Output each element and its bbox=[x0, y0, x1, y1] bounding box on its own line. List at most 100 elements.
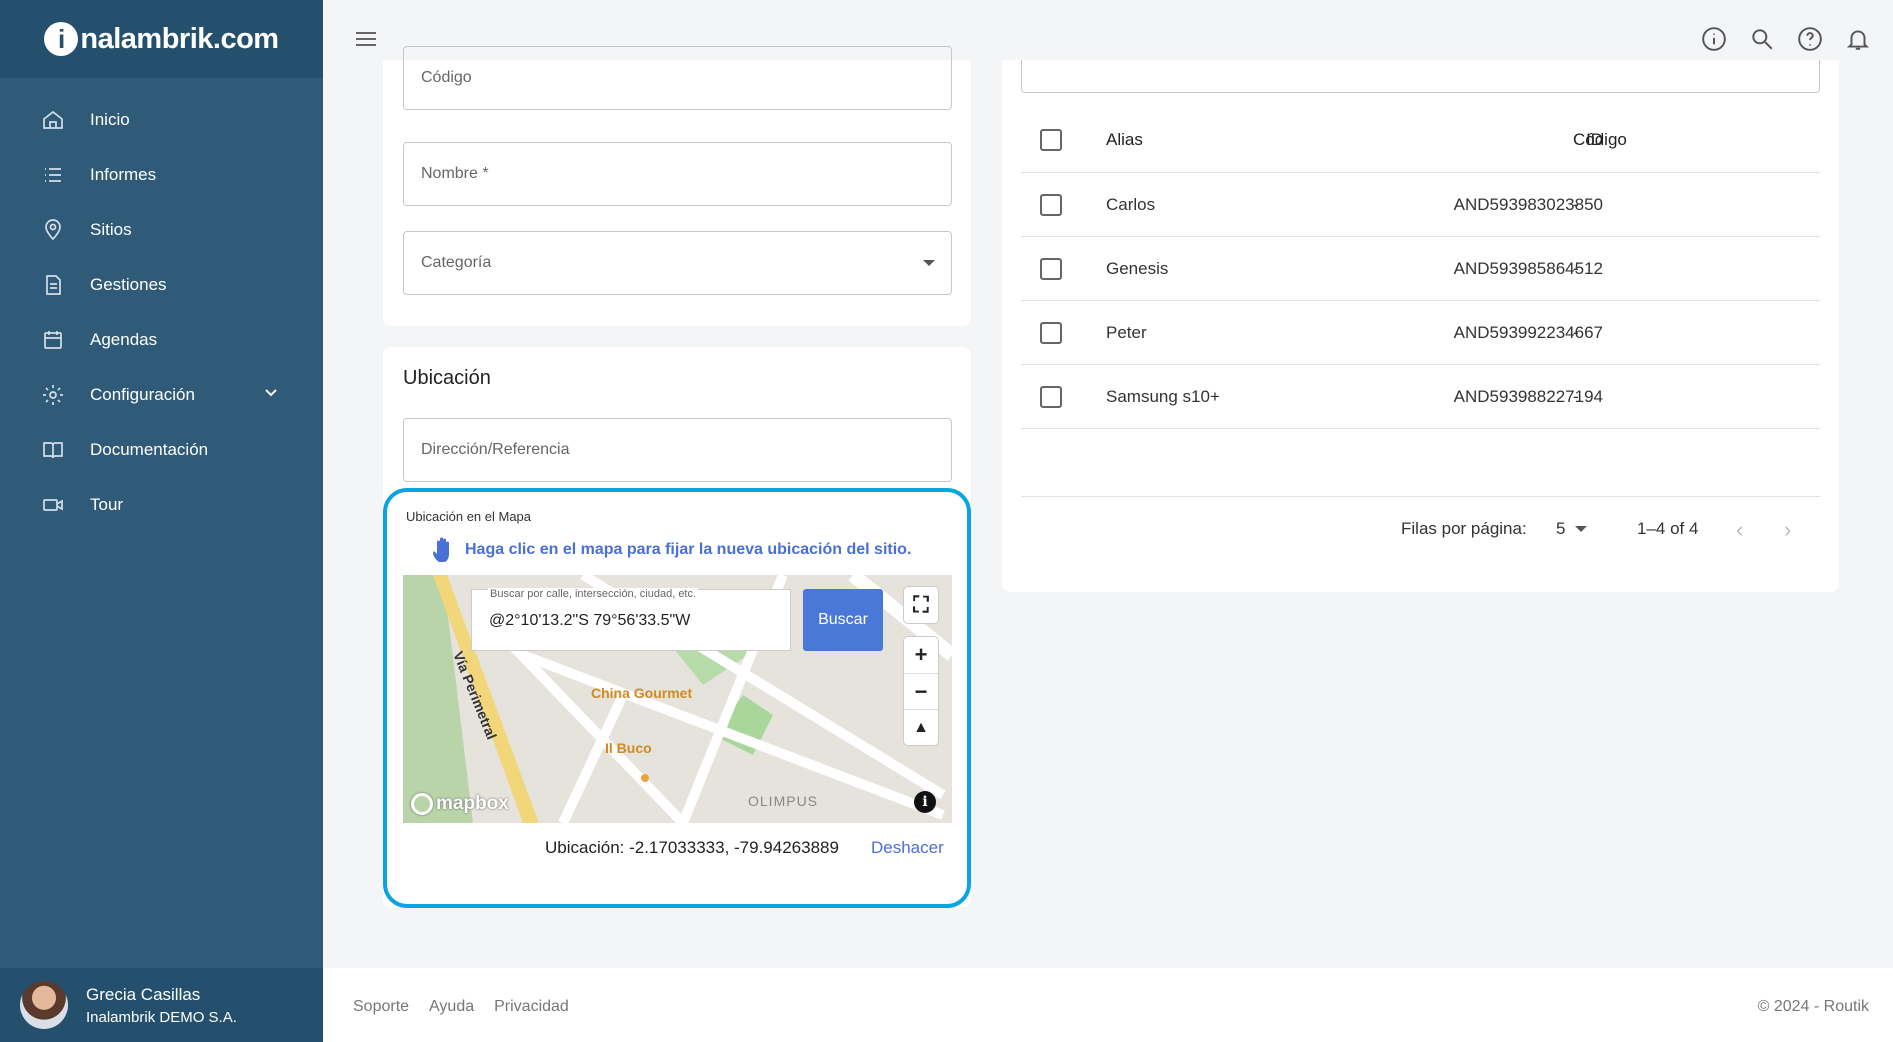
direccion-label: Dirección/Referencia bbox=[421, 441, 570, 458]
header-codigo[interactable]: Código bbox=[1573, 130, 1627, 150]
sidebar-item-label: Inicio bbox=[90, 109, 130, 129]
dropdown-arrow-icon bbox=[1575, 526, 1588, 532]
location-card: Ubicación Dirección/Referencia Ubicación… bbox=[383, 347, 971, 908]
topbar-actions bbox=[1699, 24, 1873, 54]
book-icon bbox=[40, 437, 66, 463]
map-canvas[interactable]: Vía Perimetral China Gourmet Il Buco OLI… bbox=[403, 575, 952, 823]
cell-alias: Genesis bbox=[1106, 258, 1169, 278]
chevron-down-icon[interactable] bbox=[263, 384, 279, 405]
nombre-label: Nombre * bbox=[421, 165, 489, 182]
cell-codigo: - bbox=[1573, 386, 1579, 406]
footer-link-soporte[interactable]: Soporte bbox=[353, 998, 409, 1016]
dropdown-arrow-icon bbox=[923, 260, 935, 266]
prev-page-icon[interactable]: ‹ bbox=[1736, 517, 1743, 543]
table-row[interactable]: Carlos AND593983023850 - bbox=[1021, 173, 1820, 237]
location-pin-icon bbox=[40, 217, 66, 243]
rows-per-page-label: Filas por página: bbox=[1401, 519, 1527, 538]
footer-link-ayuda[interactable]: Ayuda bbox=[429, 998, 474, 1016]
sidebar-item-label: Informes bbox=[90, 164, 157, 184]
map-label: Ubicación en el Mapa bbox=[406, 509, 532, 524]
map-attribution-info-icon[interactable]: i bbox=[914, 791, 936, 813]
brand-logo[interactable]: i nalambrik.com bbox=[0, 0, 323, 78]
home-icon bbox=[40, 107, 66, 133]
sidebar-item-label: Configuración bbox=[90, 384, 195, 404]
video-camera-icon bbox=[40, 492, 66, 518]
rows-per-page-select[interactable]: 5 bbox=[1556, 519, 1588, 539]
menu-icon[interactable] bbox=[353, 26, 379, 52]
document-icon bbox=[40, 272, 66, 298]
info-icon[interactable] bbox=[1699, 24, 1729, 54]
calendar-icon bbox=[40, 327, 66, 353]
undo-link[interactable]: Deshacer bbox=[871, 838, 944, 858]
sidebar-nav: Inicio Informes Sitios Gestiones Agendas… bbox=[0, 78, 323, 532]
row-checkbox[interactable] bbox=[1040, 193, 1062, 216]
sidebar-item-configuracion[interactable]: Configuración bbox=[0, 367, 323, 422]
codigo-field[interactable]: Código bbox=[403, 46, 952, 110]
sidebar-item-sitios[interactable]: Sitios bbox=[0, 202, 323, 257]
fullscreen-icon[interactable]: ⛶ bbox=[904, 587, 938, 623]
site-form-card: Código Nombre * Categoría bbox=[383, 46, 971, 326]
bell-icon[interactable] bbox=[1843, 24, 1873, 54]
cell-alias: Peter bbox=[1106, 322, 1147, 342]
zoom-in-icon[interactable]: + bbox=[904, 637, 938, 673]
cell-id: AND593985864512 bbox=[1453, 258, 1603, 278]
sidebar-item-inicio[interactable]: Inicio bbox=[0, 92, 323, 147]
map-hint-text: Haga clic en el mapa para fijar la nueva… bbox=[465, 541, 912, 558]
codigo-label: Código bbox=[421, 69, 472, 86]
help-icon[interactable] bbox=[1795, 24, 1825, 54]
compass-icon[interactable]: ▲ bbox=[904, 709, 938, 745]
map-poi-china-gourmet: China Gourmet bbox=[591, 685, 693, 701]
direccion-field[interactable]: Dirección/Referencia bbox=[403, 418, 952, 482]
footer-links: Soporte Ayuda Privacidad bbox=[353, 998, 569, 1016]
table-search-field[interactable] bbox=[1021, 60, 1820, 93]
sidebar-item-label: Sitios bbox=[90, 219, 132, 239]
table-row[interactable]: Genesis AND593985864512 - bbox=[1021, 237, 1820, 301]
cell-alias: Carlos bbox=[1106, 194, 1156, 214]
gear-icon bbox=[40, 382, 66, 408]
row-checkbox[interactable] bbox=[1040, 321, 1062, 344]
user-organization: Inalambrik DEMO S.A. bbox=[86, 1008, 237, 1026]
sidebar-item-tour[interactable]: Tour bbox=[0, 477, 323, 532]
sidebar-item-informes[interactable]: Informes bbox=[0, 147, 323, 202]
row-checkbox[interactable] bbox=[1040, 385, 1062, 408]
sidebar-item-label: Gestiones bbox=[90, 274, 167, 294]
table-pagination: Filas por página: 5 1–4 of 4 ‹ › bbox=[1021, 496, 1820, 560]
zoom-out-icon[interactable]: − bbox=[904, 673, 938, 709]
sidebar-item-label: Agendas bbox=[90, 329, 158, 349]
map-search-value: @2°10'13.2"S 79°56'33.5"W bbox=[489, 612, 691, 629]
search-button[interactable]: Buscar bbox=[803, 589, 883, 651]
user-name: Grecia Casillas bbox=[86, 984, 201, 1004]
zoom-control: + − ▲ bbox=[904, 637, 938, 745]
sidebar-item-documentacion[interactable]: Documentación bbox=[0, 422, 323, 477]
mapbox-logo[interactable]: mapbox bbox=[411, 793, 509, 815]
cell-codigo: - bbox=[1573, 258, 1579, 278]
map-search-input[interactable]: Buscar por calle, intersección, ciudad, … bbox=[471, 588, 791, 651]
sidebar-item-gestiones[interactable]: Gestiones bbox=[0, 257, 323, 312]
user-profile[interactable]: Grecia Casillas Inalambrik DEMO S.A. bbox=[0, 968, 323, 1042]
table-row[interactable]: Peter AND593992234667 - bbox=[1021, 301, 1820, 365]
row-checkbox[interactable] bbox=[1040, 257, 1062, 280]
map-hint: Haga clic en el mapa para fijar la nueva… bbox=[431, 536, 911, 564]
pagination-range: 1–4 of 4 bbox=[1637, 519, 1699, 538]
categoria-select[interactable]: Categoría bbox=[403, 231, 952, 295]
cell-id: AND593988227194 bbox=[1453, 386, 1603, 406]
sidebar-item-agendas[interactable]: Agendas bbox=[0, 312, 323, 367]
map-area-olimpus: OLIMPUS bbox=[748, 793, 819, 809]
list-icon bbox=[40, 162, 66, 188]
footer-link-privacidad[interactable]: Privacidad bbox=[494, 998, 569, 1016]
hand-icon bbox=[433, 537, 449, 562]
table-row[interactable]: Samsung s10+ AND593988227194 - bbox=[1021, 365, 1820, 429]
sidebar: i nalambrik.com Inicio Informes Sitios Ge… bbox=[0, 0, 323, 1042]
brand-name: nalambrik.com bbox=[80, 22, 279, 55]
footer: Soporte Ayuda Privacidad © 2024 - Routik bbox=[323, 968, 1893, 1042]
copyright: © 2024 - Routik bbox=[1757, 998, 1869, 1015]
nombre-field[interactable]: Nombre * bbox=[403, 142, 952, 206]
location-coordinates: Ubicación: -2.17033333, -79.94263889 bbox=[545, 838, 839, 857]
next-page-icon[interactable]: › bbox=[1784, 517, 1791, 543]
logo-mark: i bbox=[44, 22, 79, 56]
fullscreen-control[interactable]: ⛶ bbox=[904, 587, 938, 623]
header-alias[interactable]: Alias bbox=[1106, 130, 1143, 150]
search-icon[interactable] bbox=[1747, 24, 1777, 54]
map-search-placeholder: Buscar por calle, intersección, ciudad, … bbox=[488, 588, 699, 600]
select-all-checkbox[interactable] bbox=[1040, 129, 1062, 151]
